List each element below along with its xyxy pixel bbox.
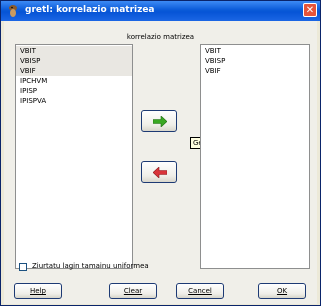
right-item[interactable]: VBISP [201,56,309,66]
ok-label: OK [276,287,288,295]
right-arrow-icon [153,116,167,127]
cancel-button[interactable]: Cancel [176,283,224,299]
title-bar[interactable]: gretl: korrelazio matrizea ✕ [1,1,320,21]
gretl-app-icon [6,4,20,18]
left-item[interactable]: IPISPVA [16,96,132,106]
left-item[interactable]: VBIF [16,66,132,76]
clear-button[interactable]: Clear [109,283,157,299]
left-item[interactable]: IPISP [16,86,132,96]
uniform-sample-checkbox[interactable] [19,263,27,271]
dialog-window: gretl: korrelazio matrizea ✕ korrelazio … [0,0,321,306]
help-button[interactable]: Help [14,283,62,299]
left-item[interactable]: VBISP [16,56,132,66]
ok-button[interactable]: OK [258,283,306,299]
left-item[interactable]: IPCHVM [16,76,132,86]
window-title: gretl: korrelazio matrizea [25,5,155,15]
clear-label: Clear [123,287,143,295]
left-item[interactable]: VBIT [16,46,132,56]
dialog-client-area: korrelazio matrizea VBIT VBISP VBIF IPCHVM I… [4,21,317,304]
help-label: Help [30,287,46,295]
close-button[interactable]: ✕ [303,3,317,17]
right-item[interactable]: VBIT [201,46,309,56]
cancel-label: Cancel [188,287,212,295]
add-button[interactable] [141,110,177,132]
selected-variables-list[interactable]: VBIT VBISP VBIF [200,44,310,269]
dialog-caption: korrelazio matrizea [126,33,195,41]
remove-button[interactable] [141,161,177,183]
right-item[interactable]: VBIF [201,66,309,76]
left-arrow-icon [153,167,167,178]
available-variables-list[interactable]: VBIT VBISP VBIF IPCHVM IPISP IPISPVA [15,44,133,269]
uniform-sample-label: Ziurtatu lagin tamainu uniformea [32,262,149,270]
